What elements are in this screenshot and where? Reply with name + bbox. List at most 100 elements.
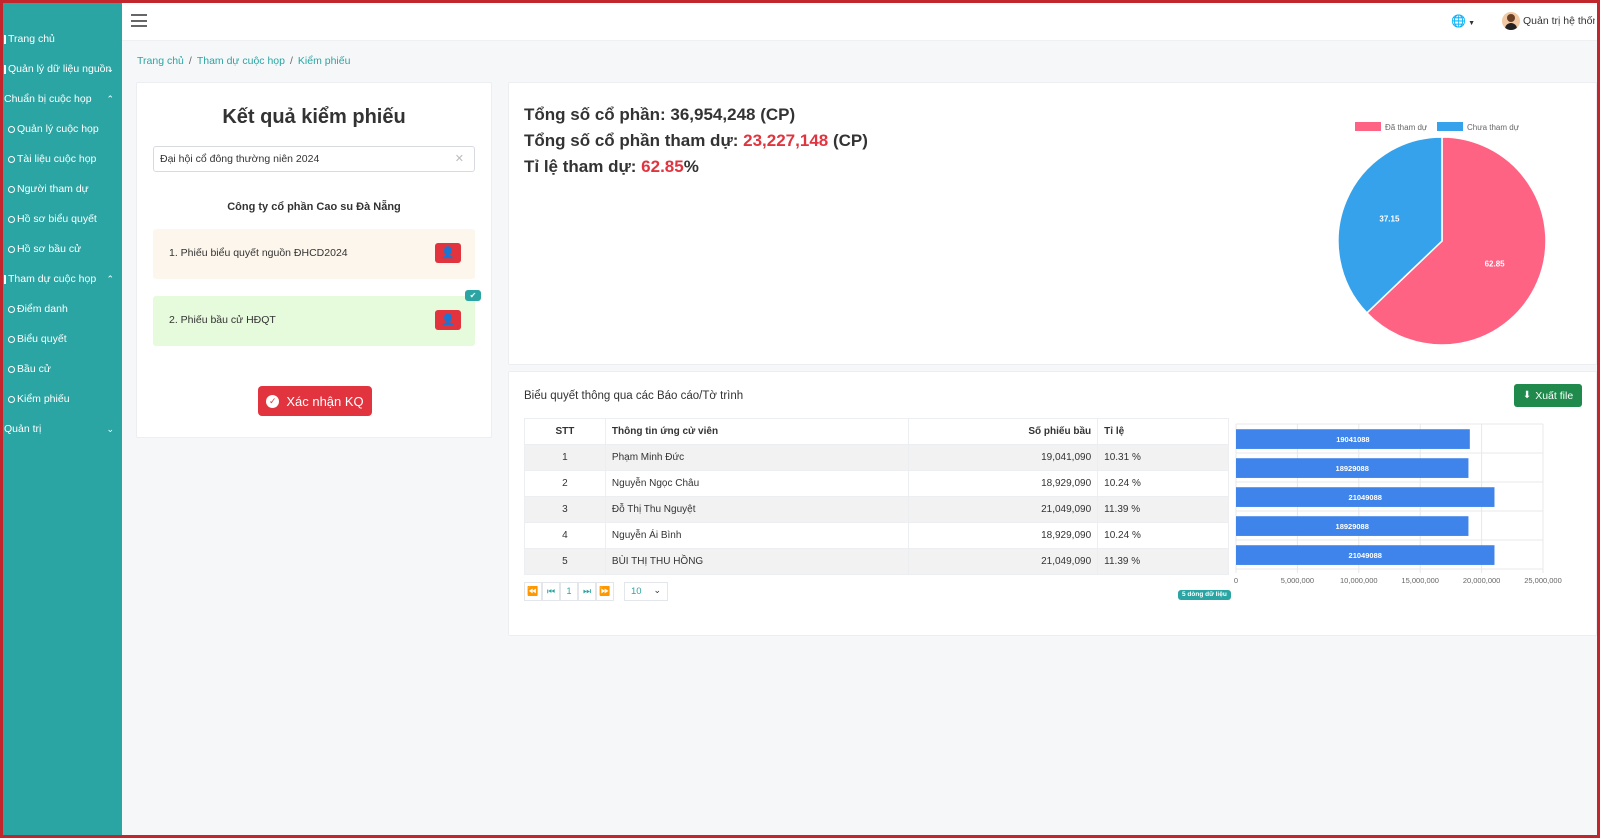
- sidebar-item-vote-files[interactable]: Hồ sơ biểu quyết: [4, 209, 116, 229]
- language-dropdown[interactable]: 🌐 ▼: [1451, 14, 1475, 28]
- attend-shares-label: Tổng số cổ phần tham dự:: [524, 131, 744, 150]
- sidebar-item-voting[interactable]: Biểu quyết: [4, 329, 116, 349]
- col-votes[interactable]: Số phiếu bầu: [908, 418, 1099, 445]
- page-size-select[interactable]: 10 ⌄: [624, 582, 668, 601]
- ballot-label: 1. Phiếu biểu quyết nguồn ĐHCD2024: [169, 247, 348, 259]
- export-file-label: Xuất file: [1535, 389, 1574, 402]
- chevron-down-icon: ⌄: [106, 63, 114, 74]
- sidebar-item-admin[interactable]: Quản trị ⌄: [4, 419, 116, 439]
- legend-swatch[interactable]: [1437, 122, 1463, 131]
- clear-icon[interactable]: ✕: [455, 152, 464, 165]
- total-shares-label: Tổng số cổ phần:: [524, 105, 671, 124]
- cell-stt: 1: [524, 444, 606, 471]
- cell-votes: 18,929,090: [908, 522, 1099, 549]
- sidebar-item-vote-count[interactable]: Kiểm phiếu: [4, 389, 116, 409]
- ballot-item[interactable]: 2. Phiếu bầu cử HĐQT 👤 ✔: [153, 290, 481, 346]
- attend-ratio-value: 62.85: [641, 157, 684, 176]
- cell-votes: 18,929,090: [908, 470, 1099, 497]
- legend-label[interactable]: Chưa tham dự: [1467, 123, 1520, 132]
- bar-value-label: 21049088: [1349, 493, 1382, 502]
- breadcrumb-attend-meeting[interactable]: Tham dự cuộc họp: [197, 55, 285, 67]
- cell-stt: 2: [524, 470, 606, 497]
- sidebar-item-attendees[interactable]: Người tham dự: [4, 179, 116, 199]
- bar-value-label: 18929088: [1336, 522, 1369, 531]
- cell-ratio: 10.24 %: [1097, 470, 1229, 497]
- results-table: STT Thông tin ứng cử viên Số phiếu bầu T…: [524, 418, 1229, 575]
- sidebar-item-label: Biểu quyết: [17, 333, 67, 345]
- attend-shares: Tổng số cổ phần tham dự: 23,227,148 (CP): [524, 131, 868, 151]
- prev-page-button[interactable]: ⏮: [542, 582, 560, 601]
- cell-name: Nguyễn Ngọc Châu: [604, 470, 910, 497]
- pie-value-label: 37.15: [1379, 215, 1400, 224]
- sidebar-item-home[interactable]: Trang chủ: [4, 29, 116, 49]
- cell-ratio: 10.31 %: [1097, 444, 1229, 471]
- confirm-result-button[interactable]: ✓ Xác nhận KQ: [258, 386, 372, 416]
- table-row[interactable]: 4 Nguyễn Ái Bình 18,929,090 10.24 %: [524, 522, 1229, 549]
- sidebar-item-label: Bầu cử: [17, 363, 51, 375]
- circle-icon: [8, 365, 15, 373]
- last-page-button[interactable]: ⏩: [596, 582, 614, 601]
- total-shares: Tổng số cổ phần: 36,954,248 (CP): [524, 105, 795, 125]
- ballot-item[interactable]: 1. Phiếu biểu quyết nguồn ĐHCD2024 👤: [153, 229, 475, 279]
- page-number-button[interactable]: 1: [560, 582, 578, 601]
- cell-stt: 3: [524, 496, 606, 523]
- sidebar-item-label: Quản lý dữ liệu nguồn: [8, 63, 112, 75]
- sidebar-item-manage-meeting[interactable]: Quản lý cuộc họp: [4, 119, 116, 139]
- user-check-button[interactable]: 👤: [435, 243, 461, 263]
- table-row[interactable]: 1 Phạm Minh Đức 19,041,090 10.31 %: [524, 444, 1229, 471]
- sidebar-item-roll-call[interactable]: Điểm danh: [4, 299, 116, 319]
- company-name: Công ty cổ phần Cao su Đà Nẵng: [227, 201, 401, 213]
- col-stt[interactable]: STT: [524, 418, 606, 445]
- cell-name: Nguyễn Ái Bình: [604, 522, 910, 549]
- user-check-icon: 👤: [441, 247, 455, 259]
- user-check-icon: 👤: [441, 314, 455, 326]
- bar-value-label: 19041088: [1336, 435, 1369, 444]
- chevron-down-icon: ⌄: [106, 423, 114, 434]
- meeting-select[interactable]: Đại hội cổ đông thường niên 2024 ✕: [153, 146, 475, 172]
- sidebar-item-prepare-meeting[interactable]: Chuẩn bị cuộc họp ⌃: [4, 89, 116, 109]
- table-row[interactable]: 3 Đỗ Thị Thu Nguyệt 21,049,090 11.39 %: [524, 496, 1229, 523]
- table-row[interactable]: 5 BÙI THỊ THU HỒNG 21,049,090 11.39 %: [524, 548, 1229, 575]
- vote-card: Biểu quyết thông qua các Báo cáo/Tờ trìn…: [508, 371, 1597, 636]
- result-card: Kết quả kiểm phiếu Đại hội cổ đông thườn…: [136, 82, 492, 438]
- vote-section-title: Biểu quyết thông qua các Báo cáo/Tờ trìn…: [524, 390, 744, 402]
- user-menu[interactable]: Quản trị hệ thống: [1502, 12, 1595, 30]
- circle-icon: [8, 335, 15, 343]
- sidebar-item-label: Người tham dự: [17, 183, 89, 195]
- pie-value-label: 62.85: [1485, 259, 1506, 268]
- page-title: Kết quả kiểm phiếu: [222, 106, 406, 128]
- sidebar-item-source-data[interactable]: Quản lý dữ liệu nguồn ⌄: [4, 59, 116, 79]
- breadcrumb-current[interactable]: Kiểm phiếu: [298, 55, 351, 67]
- sidebar-item-election-files[interactable]: Hồ sơ bầu cử: [4, 239, 116, 259]
- cell-name: BÙI THỊ THU HỒNG: [604, 548, 910, 575]
- bar-value-label: 18929088: [1336, 464, 1369, 473]
- sidebar-item-attend-meeting[interactable]: Tham dự cuộc họp ⌃: [4, 269, 116, 289]
- sidebar-item-election[interactable]: Bầu cử: [4, 359, 116, 379]
- attendance-pie-chart: Đã tham dự Chưa tham dự 62.85 37.15: [1337, 122, 1547, 346]
- x-tick-label: 5,000,000: [1281, 576, 1314, 585]
- col-ratio[interactable]: Tỉ lệ: [1097, 418, 1229, 445]
- user-check-button[interactable]: 👤: [435, 310, 461, 330]
- col-candidate[interactable]: Thông tin ứng cử viên: [604, 418, 910, 445]
- x-tick-label: 0: [1234, 576, 1238, 585]
- legend-swatch[interactable]: [1355, 122, 1381, 131]
- meeting-icon: [4, 274, 6, 284]
- table-row[interactable]: 2 Nguyễn Ngọc Châu 18,929,090 10.24 %: [524, 470, 1229, 497]
- breadcrumb: Trang chủ / Tham dự cuộc họp / Kiểm phiếu: [137, 55, 351, 67]
- sidebar: Trang chủ Quản lý dữ liệu nguồn ⌄ Chuẩn b…: [0, 0, 122, 838]
- row-count-badge: 5 dòng dữ liệu: [1178, 590, 1231, 600]
- cell-votes: 19,041,090: [908, 444, 1099, 471]
- first-page-button[interactable]: ⏪: [524, 582, 542, 601]
- circle-icon: [8, 125, 15, 133]
- cell-name: Đỗ Thị Thu Nguyệt: [604, 496, 910, 523]
- hamburger-icon[interactable]: [131, 14, 147, 27]
- meeting-select-value: Đại hội cổ đông thường niên 2024: [160, 153, 320, 165]
- next-page-button[interactable]: ⏭: [578, 582, 596, 601]
- breadcrumb-home[interactable]: Trang chủ: [137, 55, 184, 67]
- total-shares-value: 36,954,248: [670, 105, 756, 124]
- circle-icon: [8, 185, 15, 193]
- export-file-button[interactable]: ⬇ Xuất file: [1514, 384, 1582, 407]
- cell-stt: 5: [524, 548, 606, 575]
- sidebar-item-meeting-docs[interactable]: Tài liệu cuộc họp: [4, 149, 116, 169]
- legend-label[interactable]: Đã tham dự: [1385, 123, 1428, 132]
